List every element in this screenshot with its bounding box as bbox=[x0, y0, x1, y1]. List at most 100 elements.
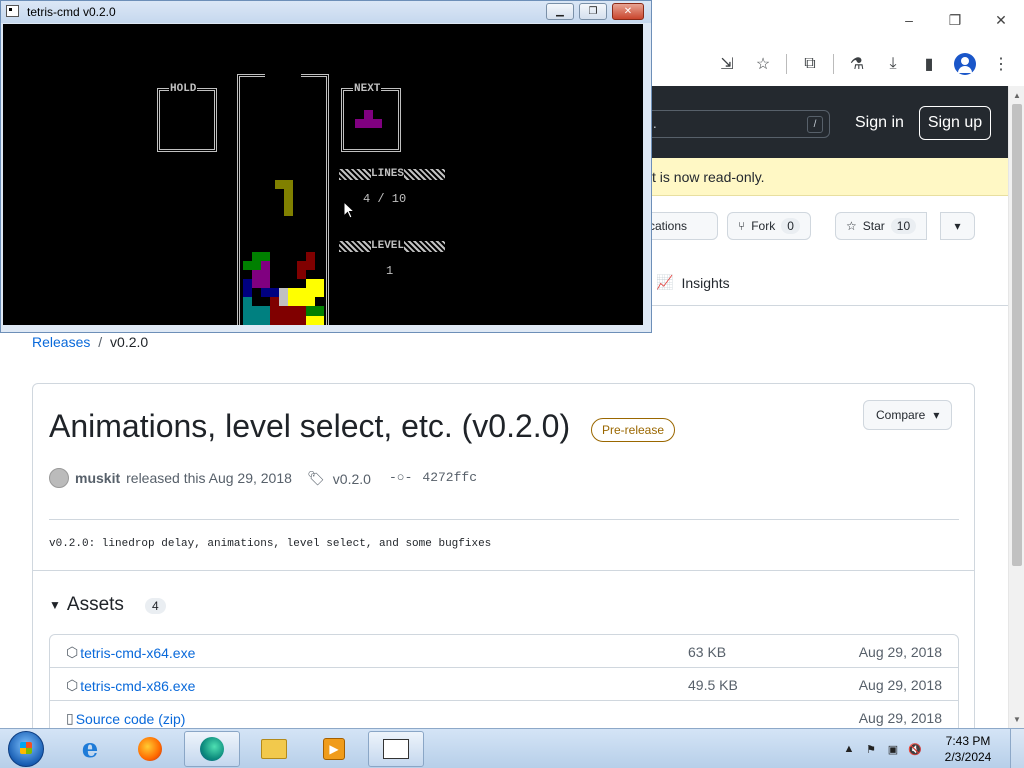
asset-link[interactable]: ⬡ tetris-cmd-x86.exe bbox=[66, 677, 195, 694]
next-label: NEXT bbox=[353, 83, 382, 95]
asset-date: Aug 29, 2018 bbox=[858, 677, 942, 693]
asset-name: tetris-cmd-x64.exe bbox=[80, 644, 196, 661]
network-icon[interactable]: ▣ bbox=[885, 741, 901, 757]
toolbar-divider bbox=[833, 54, 834, 74]
file-zip-icon: ▯ bbox=[66, 710, 74, 726]
package-icon: ⬡ bbox=[66, 677, 79, 693]
active-piece-block bbox=[284, 189, 293, 216]
breadcrumb-releases-link[interactable]: Releases bbox=[32, 334, 90, 350]
console-taskbar-icon[interactable] bbox=[368, 731, 424, 767]
lines-value: 4 / 10 bbox=[363, 192, 407, 206]
media-player-icon[interactable]: ▶ bbox=[306, 731, 362, 767]
breadcrumb-separator: / bbox=[98, 334, 103, 350]
console-title: tetris-cmd v0.2.0 bbox=[27, 5, 116, 19]
asset-link[interactable]: ▯ Source code (zip) bbox=[66, 710, 185, 727]
fork-label: Fork bbox=[751, 219, 776, 233]
bookmark-star-icon[interactable]: ☆ bbox=[748, 49, 778, 79]
released-text: released this Aug 29, 2018 bbox=[126, 470, 292, 486]
browser-toolbar: ⇲ ☆ ⧉ ⚗ ⤓ ▮ ⋮ bbox=[712, 48, 1016, 80]
desktop: – ❐ ✕ ⇲ ☆ ⧉ ⚗ ⤓ ▮ ⋮ .. / Sign in Sign up… bbox=[0, 0, 1024, 768]
firefox-icon[interactable] bbox=[122, 731, 178, 767]
install-app-icon[interactable]: ⇲ bbox=[712, 49, 742, 79]
stack-block bbox=[288, 306, 306, 325]
internet-explorer-icon[interactable]: e bbox=[62, 731, 118, 767]
maximize-button[interactable]: ❐ bbox=[932, 0, 978, 40]
show-hidden-icons-icon[interactable]: ▲ bbox=[841, 741, 857, 757]
release-notes: v0.2.0: linedrop delay, animations, leve… bbox=[49, 538, 492, 550]
page-scrollbar[interactable]: ▲ ▼ bbox=[1008, 86, 1024, 728]
breadcrumb: Releases / v0.2.0 bbox=[32, 334, 148, 350]
tag-label: v0.2.0 bbox=[332, 470, 371, 487]
commit-sha: 4272ffc bbox=[422, 470, 478, 485]
toolbar-divider bbox=[786, 54, 787, 74]
asset-size: 49.5 KB bbox=[688, 677, 738, 693]
system-tray: ▲ ⚑ ▣ 🔇 7:43 PM 2/3/2024 bbox=[838, 729, 1024, 768]
stack-block bbox=[243, 279, 252, 297]
asset-size: 63 KB bbox=[688, 644, 727, 660]
active-piece-block bbox=[275, 180, 293, 189]
console-titlebar[interactable]: tetris-cmd v0.2.0 ▁ ❐ ✕ bbox=[1, 1, 651, 23]
stack-block bbox=[306, 316, 324, 325]
start-button[interactable] bbox=[8, 731, 44, 767]
clock[interactable]: 7:43 PM 2/3/2024 bbox=[926, 733, 1010, 765]
labs-icon[interactable]: ⚗ bbox=[842, 49, 872, 79]
star-dropdown-button[interactable]: ▾ bbox=[940, 212, 975, 240]
edge-icon[interactable] bbox=[184, 731, 240, 767]
divider bbox=[49, 519, 959, 520]
console-window[interactable]: tetris-cmd v0.2.0 ▁ ❐ ✕ HOLD NEXT LINES … bbox=[0, 0, 652, 333]
asset-date: Aug 29, 2018 bbox=[858, 710, 942, 726]
release-meta: muskit released this Aug 29, 2018 bbox=[49, 468, 292, 488]
tag-link[interactable]: 🏷 v0.2.0 bbox=[307, 470, 371, 487]
volume-muted-icon[interactable]: 🔇 bbox=[907, 741, 923, 757]
sign-up-button[interactable]: Sign up bbox=[919, 106, 991, 140]
assets-toggle[interactable]: ▼ Assets bbox=[49, 594, 124, 616]
show-desktop-button[interactable] bbox=[1010, 729, 1024, 768]
scroll-up-icon[interactable]: ▲ bbox=[1009, 88, 1024, 102]
playfield-opening bbox=[265, 70, 301, 80]
asset-date: Aug 29, 2018 bbox=[858, 644, 942, 660]
avatar[interactable] bbox=[49, 468, 69, 488]
chevron-down-icon: ▾ bbox=[954, 219, 961, 233]
stack-block bbox=[243, 261, 261, 270]
clock-time: 7:43 PM bbox=[945, 734, 991, 748]
maximize-button[interactable]: ❐ bbox=[579, 3, 607, 20]
minimize-button[interactable]: ▁ bbox=[546, 3, 574, 20]
prerelease-badge: Pre-release bbox=[591, 418, 676, 442]
scroll-down-icon[interactable]: ▼ bbox=[1009, 712, 1024, 726]
stack-block bbox=[252, 252, 270, 261]
scroll-thumb[interactable] bbox=[1012, 104, 1022, 566]
close-button[interactable]: ✕ bbox=[978, 0, 1024, 40]
minimize-button[interactable]: – bbox=[886, 0, 932, 40]
file-explorer-icon[interactable] bbox=[246, 731, 302, 767]
commit-icon: -○- bbox=[389, 470, 413, 485]
compare-button[interactable]: Compare ▾ bbox=[863, 400, 953, 430]
close-button[interactable]: ✕ bbox=[612, 3, 644, 20]
asset-link[interactable]: ⬡ tetris-cmd-x64.exe bbox=[66, 644, 195, 661]
assets-count: 4 bbox=[145, 598, 166, 614]
action-center-flag-icon[interactable]: ⚑ bbox=[863, 741, 879, 757]
graph-icon: 📈 bbox=[656, 274, 674, 290]
stack-block bbox=[261, 288, 279, 297]
star-button[interactable]: ☆ Star 10 bbox=[835, 212, 928, 240]
tab-insights[interactable]: 📈 Insights bbox=[656, 274, 730, 291]
fork-button[interactable]: ⑂ Fork 0 bbox=[727, 212, 811, 240]
browser-window-controls: – ❐ ✕ bbox=[886, 0, 1024, 40]
extensions-icon[interactable]: ⧉ bbox=[795, 49, 825, 79]
fork-icon: ⑂ bbox=[738, 219, 746, 233]
sidepanel-icon[interactable]: ▮ bbox=[914, 49, 944, 79]
download-icon[interactable]: ⤓ bbox=[878, 49, 908, 79]
hold-box bbox=[157, 88, 217, 152]
sign-in-link[interactable]: Sign in bbox=[855, 114, 904, 132]
next-piece-block bbox=[355, 119, 382, 128]
console-scrollbar[interactable] bbox=[643, 24, 651, 325]
author-link[interactable]: muskit bbox=[75, 470, 120, 486]
breadcrumb-current: v0.2.0 bbox=[110, 334, 149, 350]
asset-name: tetris-cmd-x86.exe bbox=[80, 677, 196, 694]
clock-date: 2/3/2024 bbox=[944, 750, 992, 764]
commit-link[interactable]: -○- 4272ffc bbox=[389, 470, 477, 485]
menu-icon[interactable]: ⋮ bbox=[986, 49, 1016, 79]
console-icon bbox=[6, 5, 19, 17]
search-shortcut-key: / bbox=[807, 116, 823, 133]
profile-icon[interactable] bbox=[950, 49, 980, 79]
level-label: LEVEL bbox=[371, 240, 405, 252]
